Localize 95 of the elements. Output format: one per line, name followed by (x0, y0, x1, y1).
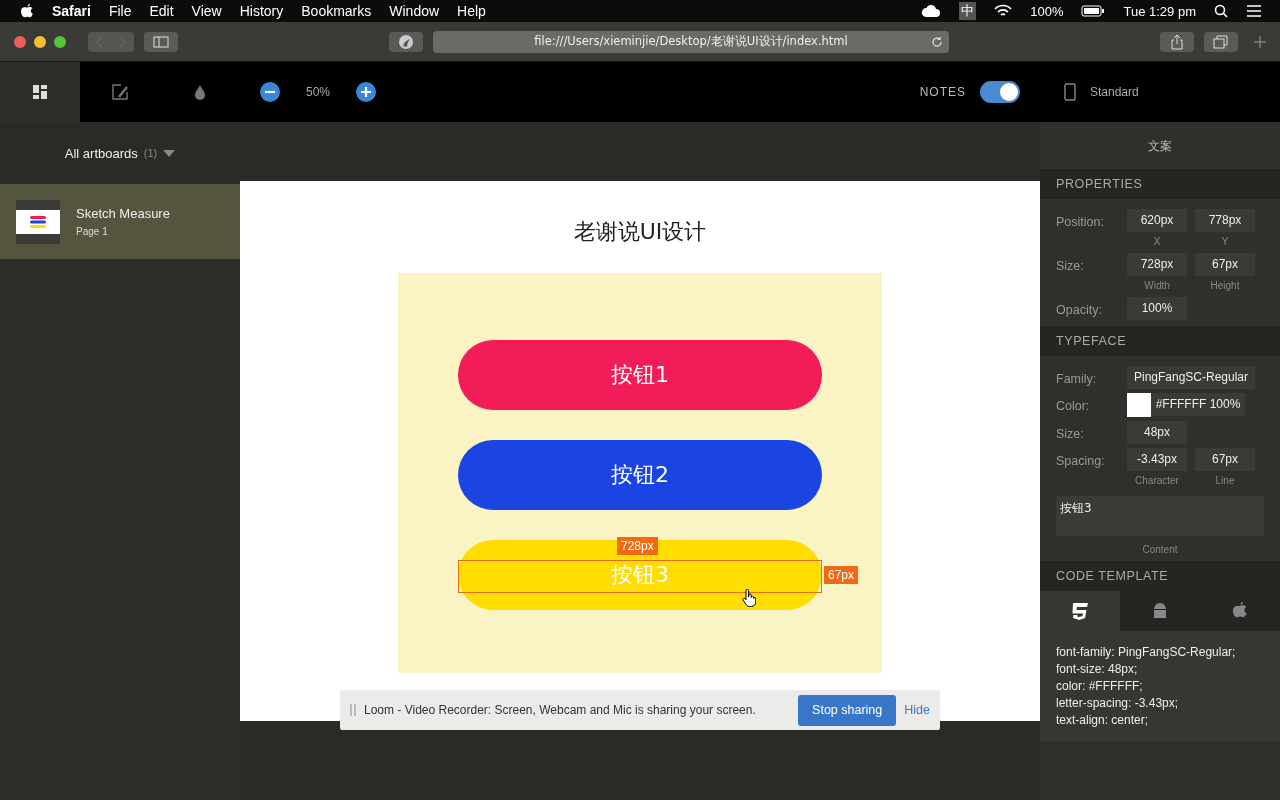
menu-item[interactable]: Help (457, 3, 486, 19)
code-line: letter-spacing: -3.43px; (1056, 696, 1180, 710)
phone-icon[interactable] (1064, 83, 1076, 101)
code-line: color: #FFFFFF; (1056, 679, 1144, 693)
notes-label: NOTES (919, 85, 966, 99)
property-label: Size: (1056, 426, 1085, 441)
share-icon (1170, 33, 1184, 50)
artboard-thumbnail-icon (16, 199, 60, 244)
content-caption: Content (1141, 544, 1179, 555)
code-line: font-size: 48px; (1056, 662, 1139, 676)
artboard-name: Sketch Measure (76, 206, 170, 221)
device-selector[interactable]: Standard (1090, 85, 1139, 99)
stop-sharing-button[interactable]: Stop sharing (798, 694, 897, 726)
sidebar-tab[interactable] (0, 62, 80, 122)
value-caption: X (1153, 236, 1161, 247)
section-header: CODE TEMPLATE (1040, 561, 1280, 591)
drag-handle-icon[interactable] (350, 704, 356, 716)
value-caption: Line (1215, 475, 1235, 486)
property-label: Color: (1056, 398, 1091, 413)
value-caption: Height (1210, 280, 1240, 291)
content-text: 按钮3 (1056, 496, 1264, 536)
bird-icon (398, 33, 414, 50)
reload-icon[interactable] (931, 35, 943, 48)
property-label: Position: (1056, 214, 1105, 229)
apple-icon[interactable] (20, 3, 34, 19)
code-tab[interactable] (1040, 591, 1120, 631)
menu-item[interactable]: View (191, 3, 222, 19)
hide-link[interactable]: Hide (904, 703, 930, 717)
artboard-page: Page 1 (76, 226, 109, 237)
battery-percent: 100% (1030, 3, 1064, 19)
artboard-title: 老谢说UI设计 (573, 218, 707, 246)
wifi-icon[interactable] (994, 4, 1013, 18)
code-line: font-family: PingFangSC-Regular; (1056, 645, 1237, 659)
sidebar-icon (153, 35, 169, 48)
section-header: TYPEFACE (1040, 326, 1280, 356)
property-value: 100% (1127, 297, 1187, 320)
search-icon[interactable] (1214, 4, 1228, 18)
address-bar[interactable]: file:///Users/xieminjie/Desktop/老谢说UI设计/index.html (433, 30, 949, 53)
app-menu[interactable]: Safari (52, 3, 91, 19)
notes-toggle[interactable] (980, 81, 1020, 103)
value-caption: Y (1221, 236, 1229, 247)
window-controls-icon[interactable] (14, 35, 68, 48)
property-value: 48px (1127, 421, 1187, 444)
hand-cursor-icon (742, 589, 756, 607)
property-value: 620px (1127, 209, 1187, 232)
menu-clock[interactable]: Tue 1:29 pm (1123, 3, 1196, 19)
value-caption: Width (1144, 280, 1170, 291)
property-value: -3.43px (1127, 448, 1187, 471)
extension-button[interactable] (389, 31, 423, 52)
new-tab-icon[interactable] (1254, 35, 1266, 48)
input-method-icon[interactable]: 中 (959, 2, 977, 20)
drop-icon (194, 84, 206, 100)
tabs-icon (1213, 34, 1229, 49)
section-header: PROPERTIES (1040, 169, 1280, 199)
artboard-item[interactable]: Sketch Measure Page 1 (0, 184, 240, 259)
tabs-button[interactable] (1204, 31, 1238, 52)
list-icon[interactable] (1246, 5, 1262, 17)
zoom-out-button[interactable] (260, 82, 280, 102)
height-measure-badge: 67px (824, 566, 859, 584)
share-button[interactable] (1160, 31, 1194, 52)
artboard-count: (1) (143, 147, 158, 159)
value-caption: Character (1135, 475, 1179, 486)
zoom-in-button[interactable] (356, 82, 377, 102)
property-value: PingFangSC-Regular (1127, 366, 1255, 389)
menu-item[interactable]: Bookmarks (301, 3, 372, 19)
layer-name: 文案 (1147, 138, 1173, 155)
property-value: 778px (1195, 209, 1255, 232)
width-measure-badge: 728px (617, 537, 658, 555)
property-label: Opacity: (1056, 302, 1103, 317)
property-value: 67px (1195, 253, 1255, 276)
dropdown-caret-icon[interactable] (163, 149, 176, 157)
zoom-level: 50% (306, 85, 331, 99)
menu-item[interactable]: History (239, 3, 284, 19)
cloud-icon[interactable] (921, 4, 942, 18)
property-value: 728px (1127, 253, 1187, 276)
property-label: Family: (1056, 371, 1098, 386)
property-label: Spacing: (1056, 453, 1106, 468)
pill-button[interactable]: 按钮1 (458, 340, 822, 410)
sharing-message: Loom - Video Recorder: Screen, Webcam and Mic is sharing your screen. (364, 703, 757, 717)
grid-icon (32, 84, 48, 100)
artboards-filter[interactable]: All artboards (64, 145, 138, 161)
pencil-note-icon (111, 83, 129, 101)
property-value: 67px (1195, 448, 1255, 471)
property-value: #FFFFFF 100% (1151, 393, 1245, 416)
sidebar-button[interactable] (144, 31, 178, 52)
pill-button[interactable]: 按钮2 (458, 440, 822, 510)
android-icon (1151, 601, 1169, 621)
code-line: text-align: center; (1056, 713, 1150, 727)
menu-item[interactable]: Edit (149, 3, 174, 19)
menu-item[interactable]: File (108, 3, 132, 19)
menu-item[interactable]: Window (389, 3, 440, 19)
property-label: Size: (1056, 258, 1085, 273)
battery-icon[interactable] (1081, 5, 1106, 17)
css-icon (1071, 601, 1089, 621)
color-swatch (1127, 393, 1151, 417)
